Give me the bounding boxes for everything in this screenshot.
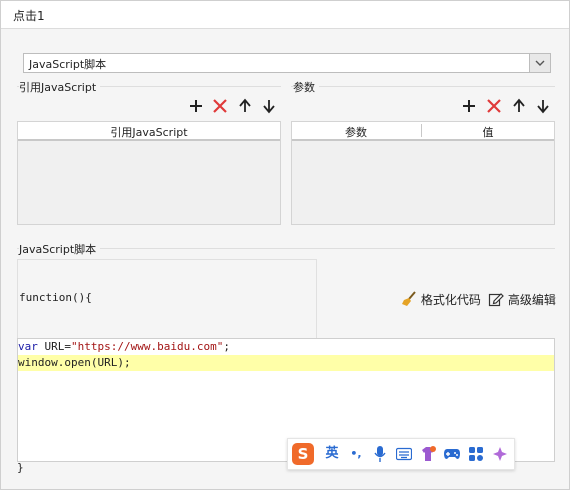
ref-column-header[interactable]: 引用JavaScript [18, 124, 280, 140]
dialog-frame: 点击1 JavaScript脚本 引用JavaScript 引用JavaScri… [0, 0, 570, 490]
event-type-select[interactable]: JavaScript脚本 [23, 53, 551, 73]
chevron-down-icon[interactable] [529, 54, 550, 72]
dialog-title: 点击1 [13, 9, 45, 23]
language-toggle[interactable]: 英 [322, 443, 342, 465]
move-down-icon[interactable] [260, 97, 278, 115]
delete-icon[interactable] [211, 97, 229, 115]
script-section-label: JavaScript脚本 [19, 241, 101, 257]
broom-icon [402, 291, 416, 306]
move-up-icon[interactable] [236, 97, 254, 115]
edit-icon [488, 293, 504, 307]
keyboard-icon[interactable] [394, 443, 414, 465]
toolbox-icon[interactable] [466, 443, 486, 465]
function-footer: } [17, 461, 24, 474]
ref-table-header: 引用JavaScript [18, 122, 280, 141]
event-type-value: JavaScript脚本 [29, 58, 107, 71]
delete-icon[interactable] [485, 97, 503, 115]
punctuation-toggle[interactable]: •, [346, 443, 366, 465]
format-code-label: 格式化代码 [420, 293, 481, 307]
advanced-edit-button[interactable]: 高级编辑 [488, 291, 556, 308]
value-column-header[interactable]: 值 [422, 124, 554, 140]
skin-icon[interactable] [418, 443, 438, 465]
microphone-icon[interactable] [370, 443, 390, 465]
params-divider [291, 86, 555, 87]
function-header-box: function(){ [17, 259, 317, 339]
code-line-1: var URL="https://www.baidu.com"; [18, 340, 230, 353]
add-icon[interactable] [460, 97, 478, 115]
move-up-icon[interactable] [510, 97, 528, 115]
params-table[interactable]: 参数 值 [291, 121, 555, 225]
advanced-edit-label: 高级编辑 [507, 293, 556, 307]
param-column-header[interactable]: 参数 [292, 124, 420, 140]
gamepad-icon[interactable] [442, 443, 462, 465]
sogou-logo-icon[interactable]: S [292, 443, 316, 465]
move-down-icon[interactable] [534, 97, 552, 115]
format-code-button[interactable]: 格式化代码 [401, 291, 481, 308]
title-bar: 点击1 [1, 1, 569, 29]
ref-section-label: 引用JavaScript [19, 79, 101, 95]
params-section-label: 参数 [293, 79, 319, 95]
function-header: function(){ [19, 291, 92, 304]
ai-assistant-icon[interactable] [490, 443, 510, 465]
add-icon[interactable] [187, 97, 205, 115]
params-table-header: 参数 值 [292, 122, 554, 141]
ime-toolbar[interactable]: S 英 •, [287, 438, 515, 470]
code-line-2: window.open(URL); [18, 355, 554, 371]
ref-js-table[interactable]: 引用JavaScript [17, 121, 281, 225]
